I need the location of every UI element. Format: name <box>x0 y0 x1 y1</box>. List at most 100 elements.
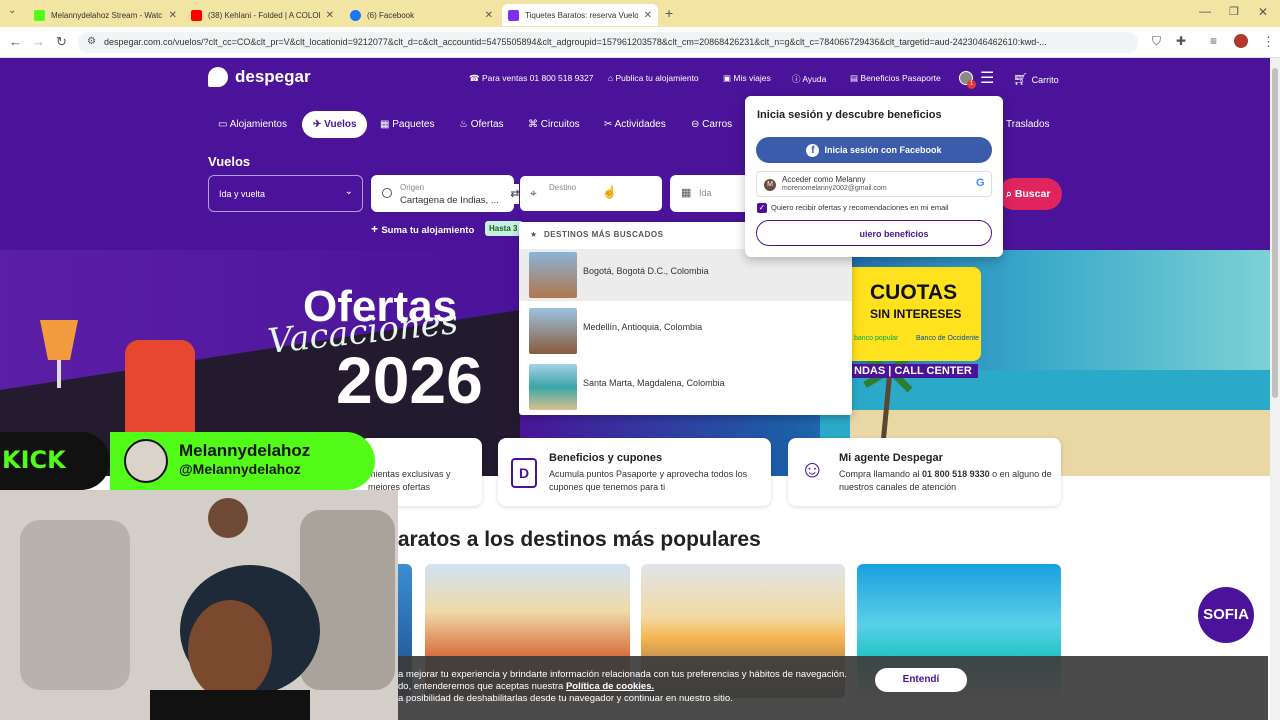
page-scrollbar[interactable] <box>1270 58 1280 720</box>
cookie-text-2: do, entenderemos que aceptas nuestra Pol… <box>398 681 654 692</box>
minimize-icon[interactable]: — <box>1199 4 1211 18</box>
origin-field[interactable]: Origen Cartagena de Indias, ... <box>371 175 514 212</box>
google-account-button[interactable]: M Acceder como Melanny morenomelanny2002… <box>756 171 992 197</box>
benefit-card-cupones[interactable]: D Beneficios y cupones Acumula puntos Pa… <box>498 438 771 506</box>
maximize-icon[interactable]: ❐ <box>1229 5 1239 18</box>
destination-name: Bogotá, Bogotá D.C., Colombia <box>583 266 709 276</box>
screen: ⌄ Melannydelahoz Stream - Watc ✕ (38) Ke… <box>0 0 1280 720</box>
hero-year: 2026 <box>336 343 483 417</box>
new-tab-icon[interactable]: + <box>665 5 673 21</box>
browser-tab[interactable]: (6) Facebook ✕ <box>344 4 499 26</box>
cart-link[interactable]: 🛒︎ Carrito <box>1013 72 1059 86</box>
nav-vuelos-active[interactable]: ✈ Vuelos <box>302 111 367 138</box>
menu-dots-icon[interactable]: ⋮ <box>1262 34 1275 50</box>
nav-paquetes[interactable]: ▦ Paquetes <box>380 119 435 130</box>
streamer-shirt <box>150 690 310 720</box>
agent-phone: 01 800 518 9330 <box>922 469 990 479</box>
close-window-icon[interactable]: ✕ <box>1258 5 1268 19</box>
logo-text: despegar <box>235 67 311 86</box>
back-icon[interactable]: ← <box>9 34 22 49</box>
location-pin-icon: ⌖ <box>530 186 537 200</box>
facebook-login-button[interactable]: f Inicia sesión con Facebook <box>756 137 992 163</box>
chair-right <box>300 510 395 690</box>
hamburger-menu-icon[interactable]: ☰ <box>980 68 994 88</box>
cocktail-glass <box>40 320 78 360</box>
trips-link[interactable]: ▣ Mis viajes <box>723 73 771 84</box>
phone-link[interactable]: ☎ Para ventas 01 800 518 9327 <box>469 73 594 84</box>
flame-icon: ♨ <box>459 119 471 130</box>
youtube-favicon-icon <box>191 9 202 21</box>
browser-tab[interactable]: Melannydelahoz Stream - Watc ✕ <box>28 4 183 26</box>
publish-link[interactable]: ⌂ Publica tu alojamiento <box>608 73 699 83</box>
shield-extension-icon[interactable]: ⛉ <box>1152 34 1161 49</box>
profile-avatar[interactable] <box>1234 34 1248 48</box>
destination-option-santa-marta[interactable]: Santa Marta, Magdalena, Colombia <box>519 361 852 413</box>
nav-label: Circuitos <box>540 119 580 130</box>
kick-logo-text: KICK <box>2 446 66 474</box>
cookie-text-2a: do, entenderemos que aceptas nuestra <box>398 681 566 692</box>
sin-intereses-text: SIN INTERESES <box>870 307 962 321</box>
car-icon: ⊖ <box>691 119 703 130</box>
coupon-icon: D <box>511 458 537 488</box>
origin-value: Cartagena de Indias, ... <box>400 195 499 206</box>
nav-ofertas[interactable]: ♨ Ofertas <box>459 119 504 130</box>
passport-icon: ▤ <box>850 73 861 83</box>
nav-carros[interactable]: ⊖ Carros <box>691 119 732 130</box>
extensions-icon[interactable]: ✚ <box>1176 34 1186 48</box>
sofia-chat-button[interactable]: SOFIA <box>1198 587 1254 643</box>
bank-occidente-logo: Banco de Occidente <box>916 335 980 342</box>
destination-option-medellin[interactable]: Medellín, Antioquia, Colombia <box>519 305 852 357</box>
benefits-button[interactable]: uiero beneficios <box>756 220 992 246</box>
plus-icon: + <box>371 222 382 236</box>
cocktail-stem <box>57 360 61 388</box>
nav-alojamientos[interactable]: ▭ Alojamientos <box>218 119 287 130</box>
browser-tab[interactable]: (38) Kehlani - Folded | A COLOR ✕ <box>185 4 340 26</box>
address-bar[interactable]: ⚙ despegar.com.co/vuelos/?clt_cc=CO&clt_… <box>78 32 1138 53</box>
destination-field[interactable]: ⌖ Destino ☝ <box>519 175 663 212</box>
card-desc: Acumula puntos Pasaporte y aprovecha tod… <box>549 469 748 492</box>
media-control-icon[interactable]: ≡ <box>1210 34 1217 48</box>
webcam-scene <box>0 490 398 720</box>
calendar-icon: ▦ <box>681 187 692 199</box>
help-link[interactable]: ⓘ Ayuda <box>792 73 826 85</box>
search-button[interactable]: ⌕ Buscar <box>998 178 1062 210</box>
date-field[interactable]: ▦ Ida <box>670 175 750 212</box>
close-icon[interactable]: ✕ <box>169 10 177 21</box>
add-stay-toggle[interactable]: + Suma tu alojamiento <box>371 222 474 236</box>
phone-text: Para ventas 01 800 518 9327 <box>481 73 594 83</box>
trip-type-select[interactable]: Ida y vuelta ⌄ <box>208 175 363 212</box>
logo-mark-icon <box>208 67 228 87</box>
scrollbar-thumb[interactable] <box>1272 68 1278 398</box>
close-icon[interactable]: ✕ <box>485 10 493 21</box>
cookie-policy-link[interactable]: Política de cookies. <box>566 681 654 692</box>
origin-circle-icon <box>382 188 392 198</box>
close-icon[interactable]: ✕ <box>326 10 334 21</box>
origin-label: Origen <box>400 183 425 192</box>
benefit-card-agente[interactable]: ☺ Mi agente Despegar Compra llamando al … <box>788 438 1061 506</box>
passport-link[interactable]: ▤ Beneficios Pasaporte <box>850 73 941 84</box>
tab-list-icon[interactable]: ⌄ <box>8 5 16 16</box>
despegar-logo[interactable]: despegar <box>208 67 311 87</box>
nav-circuitos[interactable]: ⌘ Circuitos <box>528 119 580 130</box>
tab-title: (6) Facebook <box>367 10 415 20</box>
nav-label: Carros <box>702 119 733 130</box>
accept-cookies-button[interactable]: Entendí <box>875 668 967 692</box>
close-icon[interactable]: ✕ <box>644 10 652 21</box>
tab-title: Tiquetes Baratos: reserva Vuelos <box>525 10 638 20</box>
offers-checkbox[interactable]: ✓ <box>757 203 767 213</box>
nav-actividades[interactable]: ✂ Actividades <box>604 119 666 130</box>
medellin-thumbnail <box>529 308 577 354</box>
help-text: Ayuda <box>802 74 827 84</box>
chevron-down-icon: ⌄ <box>344 186 353 197</box>
tab-title: (38) Kehlani - Folded | A COLOR <box>208 10 320 20</box>
browser-tab-active[interactable]: Tiquetes Baratos: reserva Vuelos ✕ <box>502 4 658 26</box>
browser-tabbar: ⌄ Melannydelahoz Stream - Watc ✕ (38) Ke… <box>0 0 1280 27</box>
card-desc-a: Compra llamando al <box>839 469 923 479</box>
reload-icon[interactable]: ↻ <box>56 34 67 50</box>
forward-icon[interactable]: → <box>32 34 45 49</box>
nav-traslados[interactable]: Traslados <box>1006 119 1050 130</box>
site-info-icon[interactable]: ⚙ <box>87 36 96 47</box>
cuotas-text: CUOTAS <box>870 281 958 304</box>
stream-name-overlay: KICK Melannydelahoz @Melannydelahoz <box>0 432 375 490</box>
cookie-banner: a mejorar tu experiencia y brindarte inf… <box>398 656 1268 720</box>
